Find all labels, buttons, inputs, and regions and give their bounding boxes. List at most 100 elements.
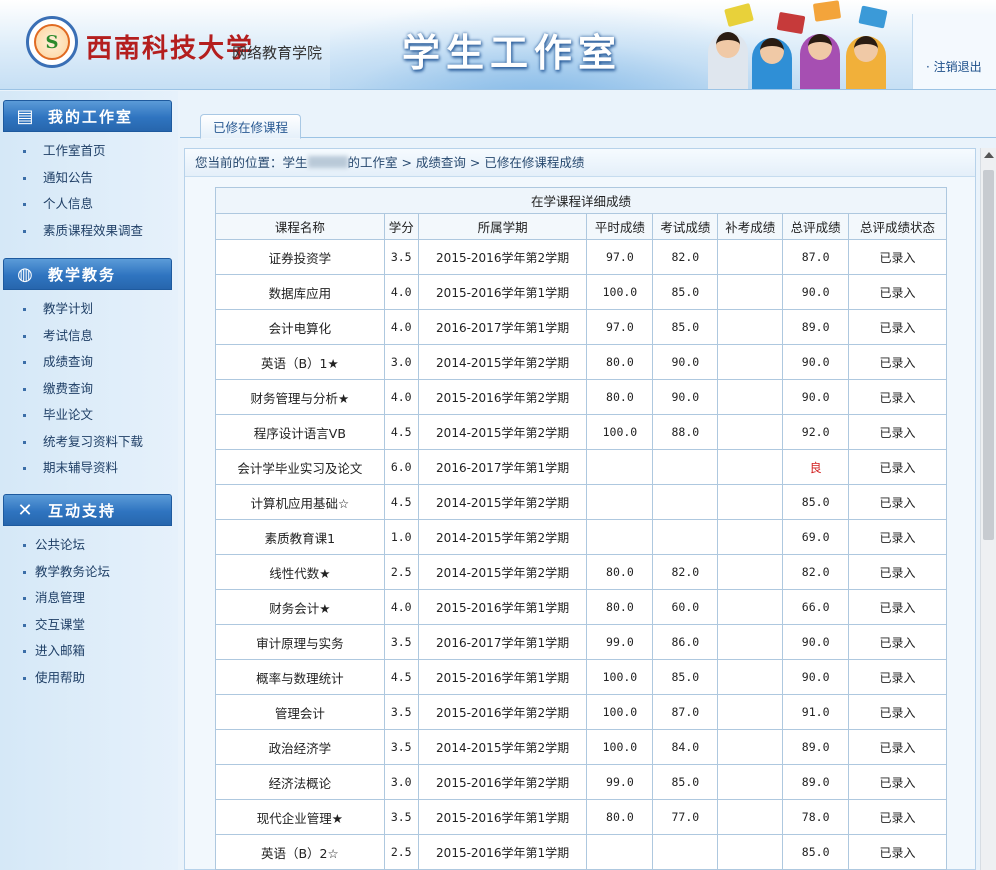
vertical-scrollbar[interactable]	[980, 148, 996, 870]
semester-cell: 2014-2015学年第2学期	[417, 344, 588, 380]
students-banner-image	[686, 0, 910, 89]
semester-cell: 2015-2016学年第2学期	[417, 764, 588, 800]
makeup-score-cell	[717, 344, 784, 380]
regular-score-cell: 97.0	[586, 239, 654, 275]
redacted-name	[307, 156, 348, 168]
logout-link[interactable]: · 注销退出	[926, 58, 982, 75]
course-name-cell: 现代企业管理★	[215, 799, 385, 835]
sidebar: ▤ 我的工作室 工作室首页 通知公告 个人信息 素质课程效果调查 ◍ 教学教务 …	[0, 91, 178, 870]
status-cell: 已录入	[848, 589, 947, 625]
exam-score-cell: 77.0	[652, 799, 719, 835]
sidebar-item-mailbox[interactable]: 进入邮箱	[3, 638, 172, 665]
course-name-cell: 审计原理与实务	[215, 624, 385, 660]
course-name-cell: 财务会计★	[215, 589, 385, 625]
regular-score-cell: 80.0	[586, 589, 654, 625]
credit-cell: 2.5	[383, 834, 419, 870]
site-title: 学生工作室	[402, 31, 623, 75]
makeup-score-cell	[717, 379, 784, 415]
sidebar-item-public-forum[interactable]: 公共论坛	[3, 532, 172, 559]
credit-cell: 3.0	[383, 344, 419, 380]
sidebar-section-academic[interactable]: ◍ 教学教务	[3, 258, 172, 290]
table-row: 现代企业管理★ 3.5 2015-2016学年第1学期 80.0 77.0 78.0 已录入	[215, 799, 947, 835]
status-cell: 已录入	[848, 659, 947, 695]
table-row: 经济法概论 3.0 2015-2016学年第2学期 99.0 85.0 89.0 已录入	[215, 764, 947, 800]
makeup-score-cell	[717, 834, 784, 870]
credit-cell: 3.5	[383, 729, 419, 765]
credit-cell: 4.0	[383, 274, 419, 310]
course-name-cell: 政治经济学	[215, 729, 385, 765]
status-cell: 已录入	[848, 764, 947, 800]
status-cell: 已录入	[848, 449, 947, 485]
table-row: 会计学毕业实习及论文 6.0 2016-2017学年第1学期 良已录入	[215, 449, 947, 485]
course-name-cell: 英语（B）1★	[215, 344, 385, 380]
scroll-up-arrow-icon[interactable]	[984, 152, 994, 158]
sidebar-item-personal-info[interactable]: 个人信息	[3, 191, 172, 218]
sidebar-item-teaching-plan[interactable]: 教学计划	[3, 296, 172, 323]
scroll-thumb[interactable]	[983, 170, 994, 540]
final-score-cell: 90.0	[782, 274, 850, 310]
table-row: 财务会计★ 4.0 2015-2016学年第1学期 80.0 60.0 66.0 已录入	[215, 589, 947, 625]
folder-icon: ▤	[16, 106, 36, 127]
credit-cell: 4.5	[383, 414, 419, 450]
column-header: 总评成绩状态	[848, 213, 947, 240]
course-name-cell: 概率与数理统计	[215, 659, 385, 695]
credit-cell: 3.5	[383, 624, 419, 660]
column-header: 学分	[383, 213, 419, 240]
breadcrumb-prefix: 您当前的位置：学生	[195, 155, 308, 170]
course-name-cell: 程序设计语言VB	[215, 414, 385, 450]
sidebar-item-exam-info[interactable]: 考试信息	[3, 323, 172, 350]
regular-score-cell: 99.0	[586, 764, 654, 800]
semester-cell: 2015-2016学年第1学期	[417, 274, 588, 310]
course-name-cell: 英语（B）2☆	[215, 834, 385, 870]
breadcrumb: 您当前的位置：学生 的工作室 > 成绩查询 > 已修在修课程成绩	[185, 149, 975, 177]
column-header: 平时成绩	[586, 213, 654, 240]
sidebar-item-messages[interactable]: 消息管理	[3, 585, 172, 612]
credit-cell: 4.5	[383, 484, 419, 520]
semester-cell: 2014-2015学年第2学期	[417, 729, 588, 765]
makeup-score-cell	[717, 274, 784, 310]
sidebar-item-help[interactable]: 使用帮助	[3, 665, 172, 692]
status-cell: 已录入	[848, 729, 947, 765]
sidebar-item-fee-query[interactable]: 缴费查询	[3, 376, 172, 403]
university-logo: S	[26, 16, 78, 68]
sidebar-item-thesis[interactable]: 毕业论文	[3, 402, 172, 429]
sidebar-item-notices[interactable]: 通知公告	[3, 165, 172, 192]
table-row: 线性代数★ 2.5 2014-2015学年第2学期 80.0 82.0 82.0 已录入	[215, 554, 947, 590]
sidebar-menu-academic: 教学计划 考试信息 成绩查询 缴费查询 毕业论文 统考复习资料下载 期末辅导资料	[3, 296, 172, 482]
exam-score-cell: 82.0	[652, 239, 719, 275]
semester-cell: 2015-2016学年第2学期	[417, 239, 588, 275]
regular-score-cell: 100.0	[586, 729, 654, 765]
sidebar-item-studio-home[interactable]: 工作室首页	[3, 138, 172, 165]
exam-score-cell	[652, 519, 719, 555]
exam-score-cell: 85.0	[652, 274, 719, 310]
sidebar-item-academic-forum[interactable]: 教学教务论坛	[3, 559, 172, 586]
breadcrumb-path: 的工作室 > 成绩查询 > 已修在修课程成绩	[347, 155, 585, 170]
tools-icon: ✕	[17, 500, 35, 521]
university-name: 西南科技大学	[86, 34, 255, 64]
sidebar-item-final-tutoring[interactable]: 期末辅导资料	[3, 455, 172, 482]
exam-score-cell	[652, 484, 719, 520]
course-name-cell: 会计学毕业实习及论文	[215, 449, 385, 485]
sidebar-item-course-survey[interactable]: 素质课程效果调查	[3, 218, 172, 245]
final-score-cell: 89.0	[782, 729, 850, 765]
exam-score-cell: 84.0	[652, 729, 719, 765]
credit-cell: 6.0	[383, 449, 419, 485]
final-score-cell: 78.0	[782, 799, 850, 835]
sidebar-section-my-studio[interactable]: ▤ 我的工作室	[3, 100, 172, 132]
final-score-cell: 69.0	[782, 519, 850, 555]
exam-score-cell: 85.0	[652, 764, 719, 800]
sidebar-item-exam-review-download[interactable]: 统考复习资料下载	[3, 429, 172, 456]
sidebar-section-support[interactable]: ✕ 互动支持	[3, 494, 172, 526]
exam-score-cell: 90.0	[652, 379, 719, 415]
credit-cell: 1.0	[383, 519, 419, 555]
makeup-score-cell	[717, 659, 784, 695]
sidebar-item-interactive-class[interactable]: 交互课堂	[3, 612, 172, 639]
status-cell: 已录入	[848, 624, 947, 660]
sidebar-item-grade-query[interactable]: 成绩查询	[3, 349, 172, 376]
final-score-cell: 66.0	[782, 589, 850, 625]
table-row: 财务管理与分析★ 4.0 2015-2016学年第2学期 80.0 90.0 90.0 已录…	[215, 379, 947, 415]
final-score-cell: 89.0	[782, 309, 850, 345]
tab-courses[interactable]: 已修在修课程	[200, 114, 302, 139]
section-title-label: 教学教务	[48, 265, 117, 284]
makeup-score-cell	[717, 484, 784, 520]
